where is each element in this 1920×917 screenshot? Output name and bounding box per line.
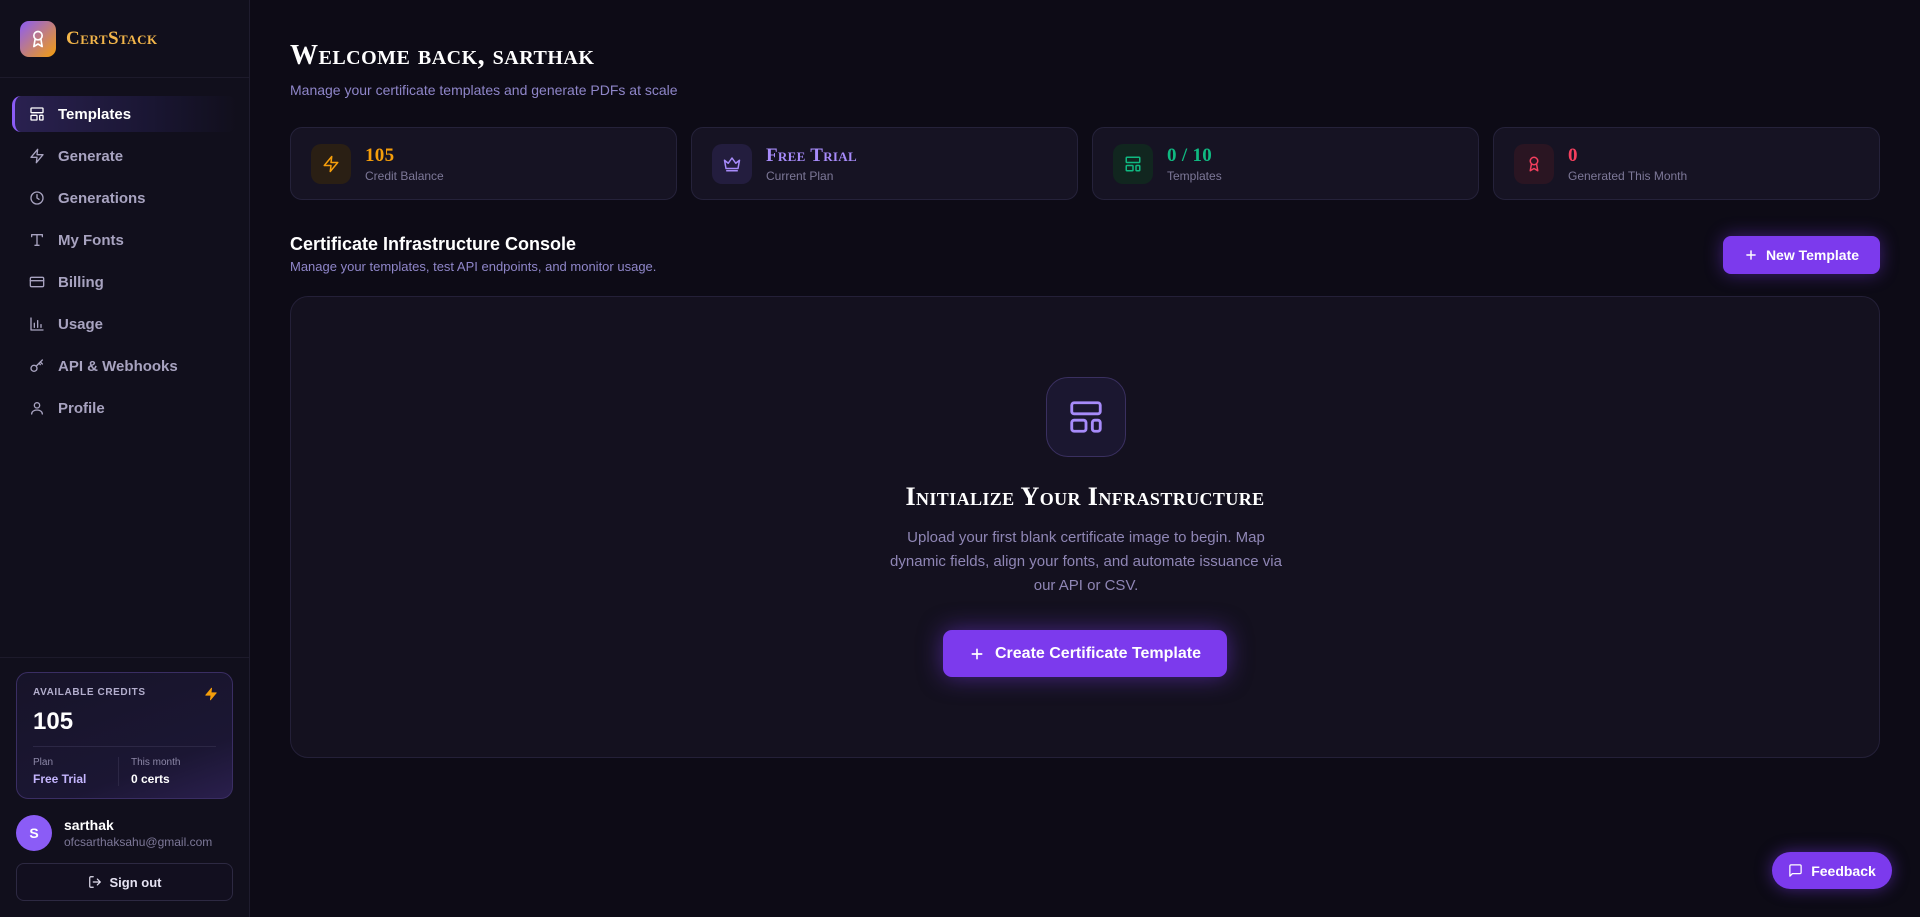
sidebar-item-label: My Fonts: [58, 231, 124, 249]
zap-icon: [28, 147, 46, 165]
sidebar-item-label: Billing: [58, 273, 104, 291]
month-value: 0 certs: [131, 772, 170, 786]
user-profile[interactable]: S sarthak ofcsarthaksahu@gmail.com: [16, 815, 233, 851]
plus-icon: [969, 646, 985, 662]
sidebar-item-generate[interactable]: Generate: [12, 138, 237, 174]
create-certificate-template-button[interactable]: Create Certificate Template: [943, 630, 1227, 677]
sidebar-item-my-fonts[interactable]: My Fonts: [12, 222, 237, 258]
sidebar-item-templates[interactable]: Templates: [12, 96, 237, 132]
sidebar-footer: AVAILABLE CREDITS 105 Plan Free Trial Th…: [0, 657, 249, 917]
plan-label: Plan: [33, 757, 54, 768]
user-name: sarthak: [64, 817, 114, 833]
section-subtitle: Manage your templates, test API endpoint…: [290, 259, 657, 274]
clock-icon: [28, 189, 46, 207]
sidebar-item-label: Usage: [58, 315, 104, 333]
log-out-icon: [88, 875, 102, 889]
page-title: Welcome back, sarthak: [290, 40, 595, 71]
stat-card-current-plan: Free Trial Current Plan: [691, 127, 1078, 200]
sidebar-item-label: Generate: [58, 147, 124, 165]
credits-value: 105: [33, 708, 74, 735]
sidebar: CertStack Templates Generate Generations…: [0, 0, 250, 917]
stat-card-templates: 0 / 10 Templates: [1092, 127, 1479, 200]
new-template-label: New Template: [1765, 247, 1860, 263]
sidebar-item-label: Generations: [58, 189, 146, 207]
sidebar-item-api-webhooks[interactable]: API & Webhooks: [12, 348, 237, 384]
stat-label: Templates: [1167, 168, 1222, 183]
sidebar-item-generations[interactable]: Generations: [12, 180, 237, 216]
credit-card-icon: [28, 273, 46, 291]
credits-label: AVAILABLE CREDITS: [33, 687, 146, 698]
month-label: This month: [131, 757, 181, 768]
sidebar-item-billing[interactable]: Billing: [12, 264, 237, 300]
stat-label: Credit Balance: [365, 168, 444, 183]
stat-label: Generated This Month: [1568, 168, 1688, 183]
avatar: S: [16, 815, 52, 851]
type-icon: [28, 231, 46, 249]
empty-state-description: Upload your first blank certificate imag…: [890, 529, 1282, 594]
sign-out-label: Sign out: [109, 874, 162, 890]
brand[interactable]: CertStack: [0, 0, 249, 78]
divider: [33, 746, 216, 747]
stat-card-credit-balance: 105 Credit Balance: [290, 127, 677, 200]
user-email: ofcsarthaksahu@gmail.com: [64, 835, 213, 849]
stat-value: 105: [365, 144, 395, 166]
feedback-button[interactable]: Feedback: [1772, 852, 1892, 889]
brand-name: CertStack: [66, 27, 158, 49]
bar-chart-icon: [28, 315, 46, 333]
message-square-icon: [1788, 863, 1803, 878]
feedback-label: Feedback: [1811, 862, 1876, 879]
sign-out-button[interactable]: Sign out: [16, 863, 233, 901]
layout-template-icon: [28, 105, 46, 123]
stat-card-generated-this-month: 0 Generated This Month: [1493, 127, 1880, 200]
award-icon: [1514, 143, 1554, 184]
key-icon: [28, 357, 46, 375]
stat-value: 0: [1568, 144, 1578, 166]
plus-icon: [1744, 248, 1758, 262]
sidebar-item-label: Templates: [58, 105, 132, 123]
layout-template-icon: [1113, 143, 1153, 184]
create-template-label: Create Certificate Template: [995, 644, 1201, 662]
empty-state-title: Initialize Your Infrastructure: [905, 482, 1265, 511]
award-icon: [20, 20, 56, 57]
credits-card: AVAILABLE CREDITS 105 Plan Free Trial Th…: [16, 672, 233, 799]
new-template-button[interactable]: New Template: [1723, 236, 1880, 274]
sidebar-nav: Templates Generate Generations My Fonts …: [0, 78, 249, 426]
sidebar-item-label: API & Webhooks: [58, 357, 178, 375]
zap-icon: [311, 143, 351, 184]
layout-template-icon: [1046, 377, 1126, 457]
stat-label: Current Plan: [766, 168, 834, 183]
plan-value: Free Trial: [33, 772, 87, 786]
empty-state-panel: Initialize Your Infrastructure Upload yo…: [290, 296, 1880, 758]
stats-row: 105 Credit Balance Free Trial Current Pl…: [290, 127, 1880, 200]
section-title: Certificate Infrastructure Console: [290, 234, 577, 254]
zap-icon: [204, 687, 218, 706]
sidebar-item-profile[interactable]: Profile: [12, 390, 237, 426]
sidebar-item-label: Profile: [58, 399, 105, 417]
stat-value: Free Trial: [766, 144, 857, 166]
sidebar-item-usage[interactable]: Usage: [12, 306, 237, 342]
user-icon: [28, 399, 46, 417]
crown-icon: [712, 143, 752, 184]
stat-value: 0 / 10: [1167, 144, 1213, 166]
page-subtitle: Manage your certificate templates and ge…: [290, 82, 678, 98]
